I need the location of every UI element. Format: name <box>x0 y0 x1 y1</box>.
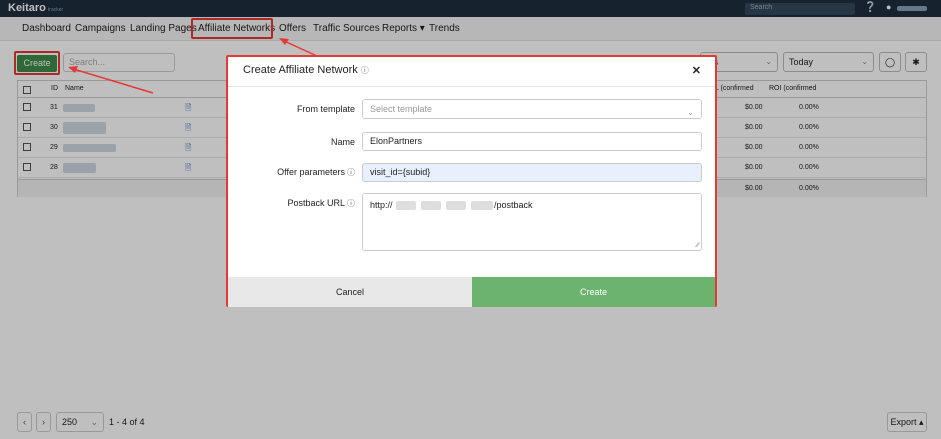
divider <box>228 86 715 87</box>
help-icon[interactable]: ⓘ <box>347 168 355 177</box>
name-label: Name <box>330 137 355 147</box>
arrow-head <box>279 38 289 45</box>
submit-create-button[interactable]: Create <box>472 277 715 307</box>
postback-suffix: /postback <box>494 200 533 210</box>
cancel-button[interactable]: Cancel <box>228 277 472 307</box>
help-icon[interactable]: ⓘ <box>361 66 369 75</box>
postback-url-textarea[interactable]: http:// /postback ∕∕ <box>362 193 702 251</box>
redacted-text <box>421 201 441 210</box>
help-icon[interactable]: ⓘ <box>347 199 355 208</box>
arrow-to-create <box>69 67 154 94</box>
create-affiliate-network-modal: Create Affiliate Network ⓘ ✕ From templat… <box>226 55 717 307</box>
offer-params-field[interactable]: visit_id={subid} <box>362 163 702 182</box>
template-select[interactable]: Select template ⌄ <box>362 99 702 119</box>
resize-handle[interactable]: ∕∕ <box>697 242 699 249</box>
redacted-text <box>471 201 493 210</box>
postback-prefix: http:// <box>370 200 393 210</box>
modal-footer: Cancel Create <box>228 277 715 307</box>
offer-params-label: Offer parameters ⓘ <box>277 167 355 177</box>
modal-title: Create Affiliate Network ⓘ <box>243 64 369 76</box>
postback-url-label: Postback URL ⓘ <box>287 198 355 208</box>
name-field[interactable]: ElonPartners <box>362 132 702 151</box>
redacted-text <box>396 201 416 210</box>
arrow-head <box>68 66 78 73</box>
from-template-label: From template <box>296 104 355 114</box>
redacted-text <box>446 201 466 210</box>
chevron-down-icon: ⌄ <box>687 108 694 117</box>
close-icon[interactable]: ✕ <box>692 64 701 77</box>
